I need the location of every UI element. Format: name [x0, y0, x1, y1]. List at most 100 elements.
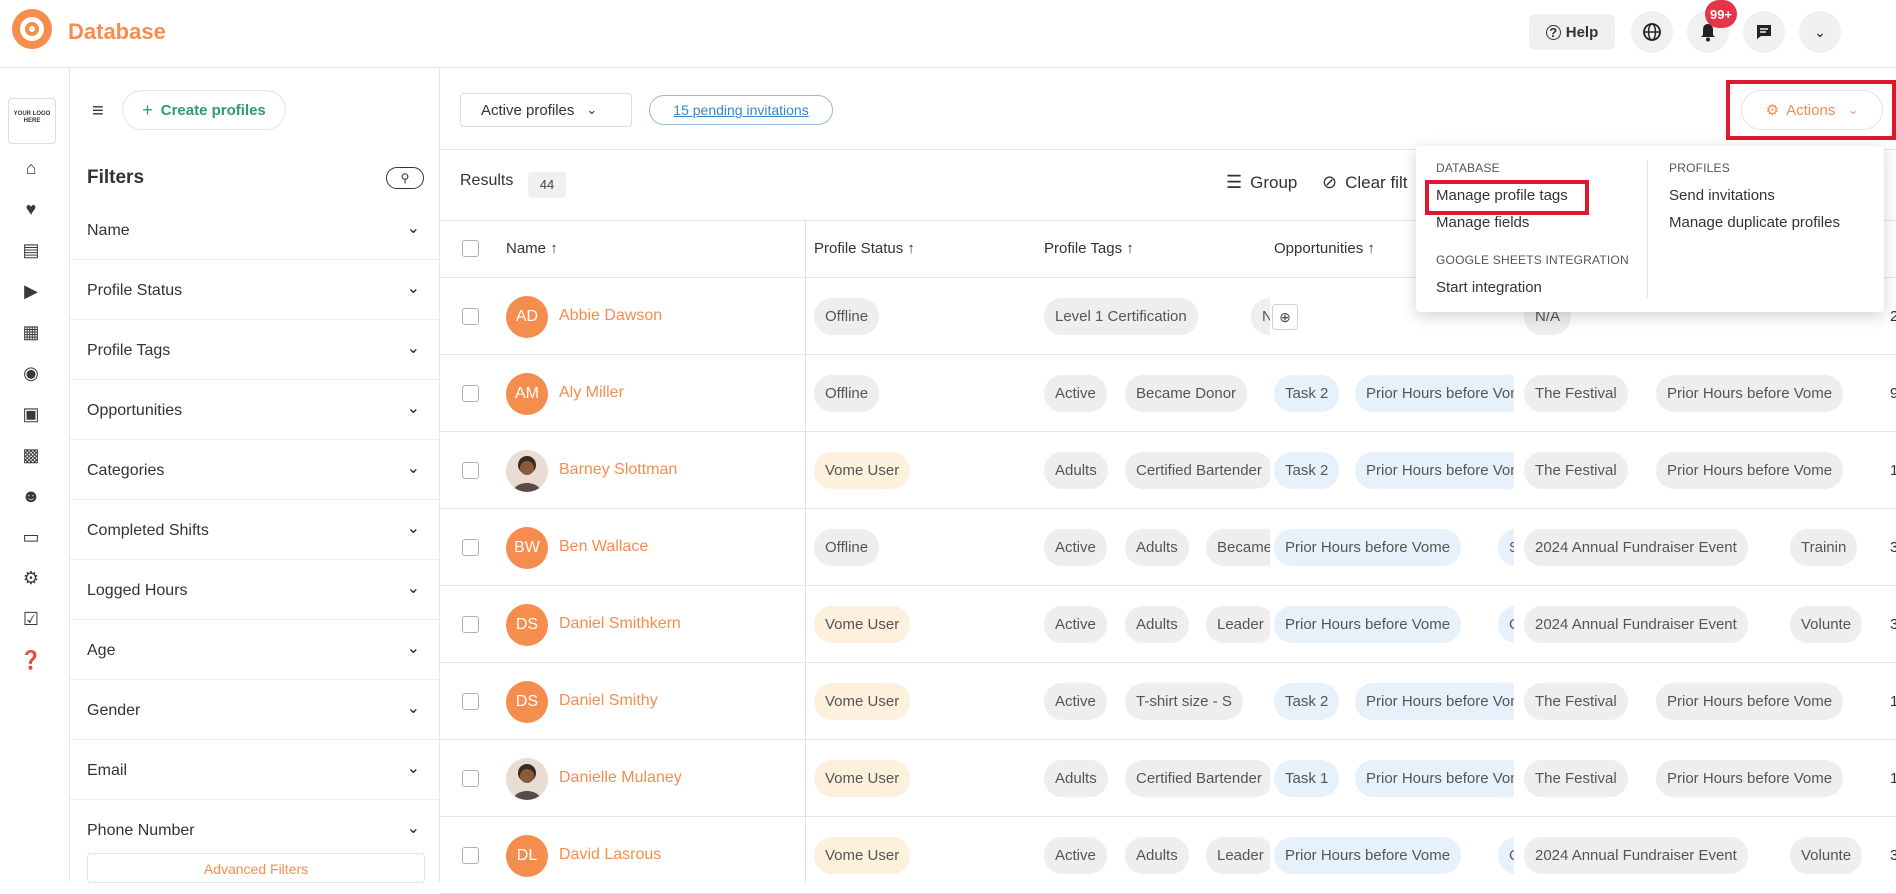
send-invitations-item[interactable]: Send invitations — [1669, 187, 1775, 204]
profile-status-select[interactable]: Active profiles ⌄ — [460, 93, 632, 127]
table-row[interactable]: AM Aly Miller Offline Active Became Donor Tas… — [440, 355, 1896, 432]
top-bar: Database ? Help 99+ ⌄ — [0, 0, 1896, 68]
globe-icon — [1643, 23, 1661, 41]
messages-button[interactable] — [1743, 11, 1785, 53]
column-header-profile-status[interactable]: Profile Status ↑ — [814, 240, 915, 257]
palette-icon[interactable]: ◉ — [20, 362, 42, 384]
row-checkbox[interactable] — [462, 693, 479, 710]
table-row[interactable]: Danielle Mulaney Vome User Adults Certified… — [440, 740, 1896, 817]
account-menu-button[interactable]: ⌄ — [1799, 11, 1841, 53]
filter-age[interactable]: Age ⌄ — [70, 620, 440, 680]
manage-duplicate-profiles-item[interactable]: Manage duplicate profiles — [1669, 214, 1840, 231]
board-icon[interactable]: ▣ — [20, 403, 42, 425]
profiles-heading: PROFILES — [1669, 161, 1730, 175]
filter-search-button[interactable]: ⚲ — [386, 167, 424, 189]
profile-name-link[interactable]: Daniel Smithy — [559, 692, 658, 710]
chevron-down-icon: ⌄ — [586, 102, 598, 117]
profile-name-link[interactable]: David Lasrous — [559, 846, 661, 864]
event-pill: Volunte — [1790, 837, 1863, 874]
row-value: 3 — [1890, 539, 1896, 556]
avatar — [506, 758, 548, 800]
profile-name-link[interactable]: Abbie Dawson — [559, 307, 662, 325]
tag-pill: Adults — [1044, 452, 1108, 489]
profile-name-link[interactable]: Aly Miller — [559, 384, 624, 402]
row-checkbox[interactable] — [462, 462, 479, 479]
gear-icon[interactable]: ⚙ — [20, 567, 42, 589]
opportunity-pill: Prior Hours before Vome — [1274, 529, 1462, 566]
tag-cell: Active T-shirt size - S — [1044, 663, 1270, 739]
advanced-filters-button[interactable]: Advanced Filters — [87, 853, 425, 883]
volunteer-hand-icon[interactable]: ♥ — [20, 198, 42, 220]
opportunity-cell: Task 2Prior Hours before VomeSp — [1274, 355, 1514, 431]
select-all-checkbox[interactable] — [462, 240, 479, 257]
opportunity-pill: Prior Hours before Vome — [1355, 683, 1514, 720]
forms-icon[interactable]: ▤ — [20, 239, 42, 261]
row-checkbox[interactable] — [462, 385, 479, 402]
filter-profile-tags[interactable]: Profile Tags ⌄ — [70, 320, 440, 380]
add-opportunity-button[interactable]: ⊕ — [1272, 304, 1298, 330]
calendar-icon[interactable]: ▦ — [20, 321, 42, 343]
tag-pill: Newsle — [1251, 298, 1270, 335]
filter-label: Opportunities — [87, 402, 183, 419]
table-row[interactable]: DS Daniel Smithy Vome User Active T-shirt si… — [440, 663, 1896, 740]
table-row[interactable]: DL David Lasrous Vome User Active Adults Lead… — [440, 817, 1896, 894]
help-button[interactable]: ? Help — [1529, 14, 1615, 50]
start-integration-item[interactable]: Start integration — [1436, 279, 1542, 296]
help-icon[interactable]: ❓ — [20, 649, 42, 671]
profile-name-link[interactable]: Danielle Mulaney — [559, 769, 682, 787]
column-header-opportunities[interactable]: Opportunities ↑ — [1274, 240, 1375, 257]
profile-name-link[interactable]: Barney Slottman — [559, 461, 677, 479]
app-logo-icon[interactable] — [12, 9, 52, 49]
row-checkbox[interactable] — [462, 770, 479, 787]
language-button[interactable] — [1631, 11, 1673, 53]
row-value: 3 — [1890, 847, 1896, 864]
create-profiles-label: Create profiles — [160, 101, 266, 119]
table-row[interactable]: Barney Slottman Vome User Adults Certified … — [440, 432, 1896, 509]
row-value: 9 — [1890, 385, 1896, 402]
profile-name-link[interactable]: Daniel Smithkern — [559, 615, 681, 633]
chart-icon[interactable]: ▩ — [20, 444, 42, 466]
row-value: 3 — [1890, 616, 1896, 633]
home-icon[interactable]: ⌂ — [20, 157, 42, 179]
sort-arrow-icon: ↑ — [907, 240, 915, 257]
opportunity-pill: Prior Hours before Vome — [1274, 837, 1462, 874]
column-header-profile-tags[interactable]: Profile Tags ↑ — [1044, 240, 1134, 257]
filter-gender[interactable]: Gender ⌄ — [70, 680, 440, 740]
filters-title: Filters — [87, 167, 145, 188]
table-row[interactable]: BW Ben Wallace Offline Active Adults Became Pr… — [440, 509, 1896, 586]
play-icon[interactable]: ▶ — [20, 280, 42, 302]
avatar: DS — [506, 604, 548, 646]
table-row[interactable]: DS Daniel Smithkern Vome User Active Adults L… — [440, 586, 1896, 663]
filter-name[interactable]: Name ⌄ — [70, 200, 440, 260]
org-logo[interactable]: YOUR LOGO HERE — [8, 98, 56, 144]
people-icon[interactable]: ☻ — [20, 485, 42, 507]
manage-fields-item[interactable]: Manage fields — [1436, 214, 1529, 231]
row-value: 1 — [1890, 693, 1896, 710]
filter-profile-status[interactable]: Profile Status ⌄ — [70, 260, 440, 320]
pending-invitations-link[interactable]: 15 pending invitations — [649, 95, 833, 125]
create-profiles-button[interactable]: + Create profiles — [122, 90, 286, 130]
filter-panel: ≡ + Create profiles Filters ⚲ Name ⌄ Prof… — [70, 68, 440, 883]
tag-pill: Adults — [1125, 529, 1189, 566]
filter-completed-shifts[interactable]: Completed Shifts ⌄ — [70, 500, 440, 560]
row-checkbox[interactable] — [462, 308, 479, 325]
filter-email[interactable]: Email ⌄ — [70, 740, 440, 800]
checklist-icon[interactable]: ☑ — [20, 608, 42, 630]
row-checkbox[interactable] — [462, 616, 479, 633]
event-cell: The Festival Prior Hours before Vome — [1524, 740, 1890, 816]
layers-icon: ☰ — [1226, 172, 1243, 192]
status-badge: Offline — [814, 298, 880, 335]
row-checkbox[interactable] — [462, 539, 479, 556]
group-button[interactable]: ☰ Group — [1226, 172, 1297, 193]
filter-logged-hours[interactable]: Logged Hours ⌄ — [70, 560, 440, 620]
tag-cell: Adults Certified Bartender — [1044, 740, 1270, 816]
filter-categories[interactable]: Categories ⌄ — [70, 440, 440, 500]
filter-phone-number[interactable]: Phone Number ⌄ — [70, 800, 440, 860]
column-header-name[interactable]: Name ↑ — [506, 240, 558, 257]
media-icon[interactable]: ▭ — [20, 526, 42, 548]
filter-opportunities[interactable]: Opportunities ⌄ — [70, 380, 440, 440]
clear-filters-button[interactable]: ⊘ Clear filt — [1322, 172, 1407, 193]
profile-name-link[interactable]: Ben Wallace — [559, 538, 648, 556]
row-checkbox[interactable] — [462, 847, 479, 864]
collapse-sidebar-icon[interactable]: ≡ — [92, 100, 104, 123]
